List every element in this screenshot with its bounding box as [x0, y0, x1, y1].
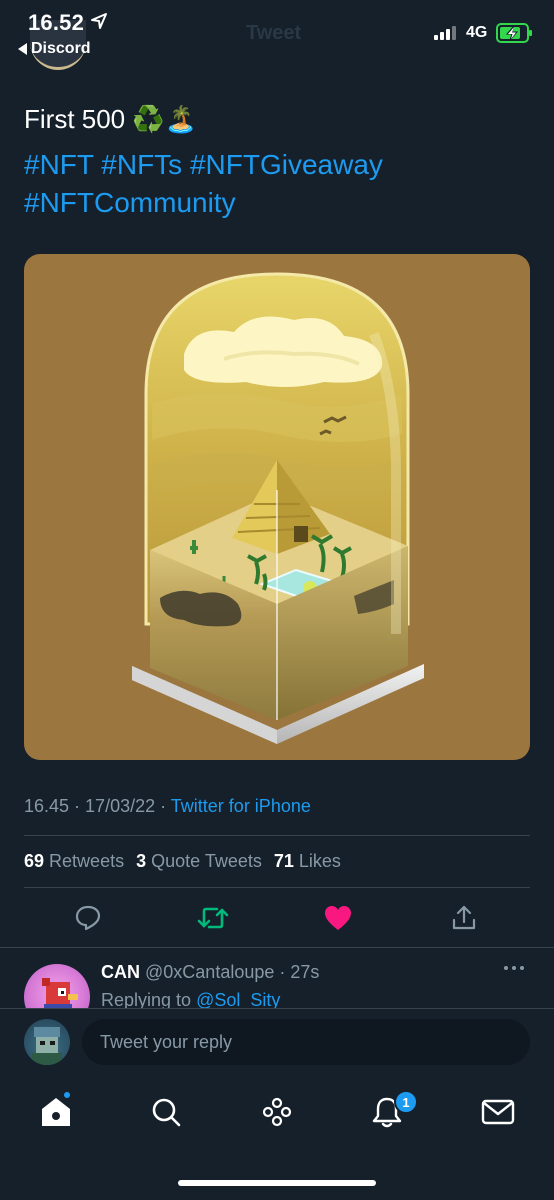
notification-badge: 1 — [394, 1090, 418, 1114]
tweet-actions — [0, 900, 554, 940]
divider — [24, 887, 530, 888]
reply-header: CAN @0xCantaloupe · 27s — [101, 962, 320, 982]
mail-icon — [481, 1099, 515, 1125]
share-button[interactable] — [446, 900, 482, 936]
status-time: 16.52 — [28, 10, 85, 35]
reply-author-handle[interactable]: @0xCantaloupe — [145, 962, 274, 982]
network-type: 4G — [466, 24, 488, 41]
speech-bubble-icon — [75, 905, 101, 931]
home-unread-dot — [62, 1090, 72, 1100]
pyramid-terrarium-illustration — [132, 272, 424, 744]
quotes-count: 3 — [136, 851, 147, 871]
tweet-meta: 16.45 · 17/03/22 · Twitter for iPhone — [24, 796, 311, 816]
pixel-character-avatar-icon — [32, 1027, 62, 1065]
replying-to-mention[interactable]: @Sol_Sity — [196, 990, 280, 1008]
tab-messages[interactable] — [478, 1092, 518, 1132]
reply-button[interactable] — [70, 900, 106, 936]
tab-spaces[interactable] — [257, 1092, 297, 1132]
signal-icon — [434, 26, 456, 40]
screen-title: Tweet — [246, 22, 302, 44]
like-button[interactable] — [320, 900, 356, 936]
reply-author-avatar[interactable] — [24, 964, 90, 1008]
reply-input[interactable] — [82, 1019, 530, 1065]
reply-age: 27s — [290, 962, 320, 982]
reply-author-name[interactable]: CAN — [101, 962, 140, 982]
divider — [24, 835, 530, 836]
back-app-label: Discord — [31, 40, 91, 57]
my-avatar[interactable] — [24, 1019, 70, 1065]
reply-composer — [0, 1008, 554, 1076]
pixel-bird-avatar-icon — [42, 978, 78, 1008]
back-triangle-icon — [18, 43, 27, 55]
home-icon — [42, 1098, 70, 1126]
likes-count: 71 — [273, 851, 294, 871]
replying-to-prefix: Replying to — [101, 990, 192, 1008]
search-icon — [152, 1098, 181, 1127]
tweet-date: 17/03/22 — [85, 796, 156, 816]
tweet-text: First 500 ♻️🏝️ — [24, 104, 198, 134]
reply-list-item[interactable]: CAN @0xCantaloupe · 27s Replying to @Sol… — [0, 950, 554, 1008]
retweets-label: Retweets — [49, 851, 125, 871]
retweet-icon — [197, 907, 229, 929]
replying-to: Replying to @Sol_Sity — [101, 990, 280, 1008]
tab-search[interactable] — [146, 1092, 186, 1132]
home-indicator — [178, 1180, 376, 1186]
spaces-icon — [262, 1097, 292, 1127]
retweets-stat[interactable]: 69 Retweets — [24, 851, 124, 872]
heart-icon — [325, 906, 351, 930]
more-options-icon[interactable] — [504, 966, 524, 970]
likes-stat[interactable]: 71 Likes — [274, 851, 341, 872]
share-icon — [452, 905, 476, 930]
status-bar: Tweet 16.52 Discord 4G — [0, 0, 554, 70]
battery-charging-icon — [496, 23, 532, 43]
tweet-stats: 69 Retweets 3 Quote Tweets 71 Likes — [24, 851, 341, 872]
retweet-button[interactable] — [195, 900, 231, 936]
tweet-source-link[interactable]: Twitter for iPhone — [171, 796, 311, 816]
likes-label: Likes — [298, 851, 341, 871]
back-to-discord-button[interactable]: Discord — [18, 40, 91, 58]
tweet-image[interactable] — [24, 254, 530, 760]
tweet-hashtags[interactable]: #NFT #NFTs #NFTGiveaway #NFTCommunity — [24, 146, 524, 222]
tweet-time: 16.45 — [24, 796, 70, 816]
quote-tweets-stat[interactable]: 3 Quote Tweets — [136, 851, 262, 872]
retweets-count: 69 — [24, 851, 45, 871]
divider — [0, 947, 554, 948]
location-arrow-icon — [91, 13, 107, 29]
bottom-tab-bar: 1 — [0, 1076, 554, 1200]
quotes-label: Quote Tweets — [151, 851, 262, 871]
